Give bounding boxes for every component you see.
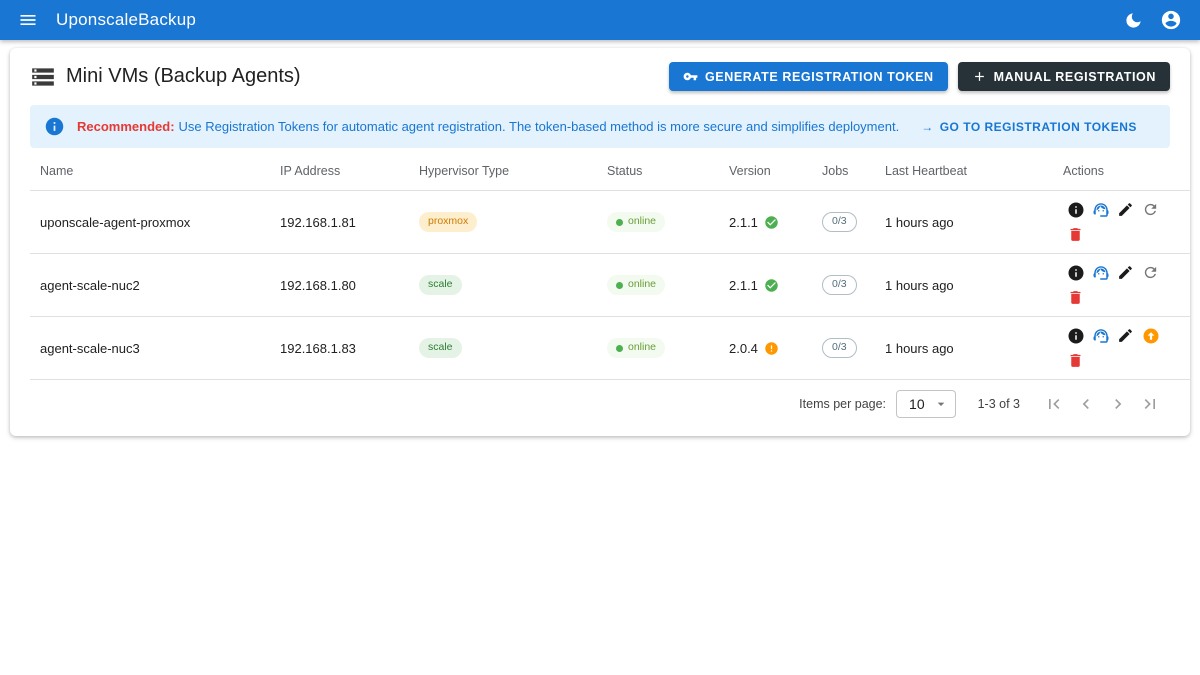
- plus-icon: [972, 69, 987, 84]
- hypervisor-chip: proxmox: [419, 212, 477, 232]
- jobs-chip: 0/3: [822, 212, 857, 232]
- header-jobs: Jobs: [812, 158, 875, 191]
- status-chip: online: [607, 275, 665, 295]
- agents-card: Mini VMs (Backup Agents) GENERATE REGIST…: [10, 48, 1190, 436]
- info-action-icon[interactable]: [1063, 197, 1088, 222]
- agent-name: agent-scale-nuc3: [30, 317, 270, 380]
- menu-icon[interactable]: [14, 6, 42, 34]
- agent-ip: 192.168.1.80: [270, 254, 409, 317]
- next-page-icon[interactable]: [1105, 391, 1131, 417]
- storage-icon: [30, 64, 56, 90]
- info-action-icon[interactable]: [1063, 260, 1088, 285]
- status-chip: online: [607, 338, 665, 358]
- support-agent-icon[interactable]: [1088, 197, 1113, 222]
- table-header-row: Name IP Address Hypervisor Type Status V…: [30, 158, 1190, 191]
- key-icon: [683, 69, 698, 84]
- edit-icon[interactable]: [1113, 323, 1138, 348]
- card-header: Mini VMs (Backup Agents) GENERATE REGIST…: [30, 62, 1170, 91]
- previous-page-icon[interactable]: [1073, 391, 1099, 417]
- arrow-right-icon: →: [921, 120, 934, 134]
- agent-name: uponscale-agent-proxmox: [30, 191, 270, 254]
- refresh-icon[interactable]: [1138, 260, 1163, 285]
- info-icon: [44, 116, 65, 137]
- table-row: uponscale-agent-proxmox 192.168.1.81 pro…: [30, 191, 1190, 254]
- edit-icon[interactable]: [1113, 197, 1138, 222]
- app-bar: UponscaleBackup: [0, 0, 1200, 40]
- hypervisor-chip: scale: [419, 275, 462, 295]
- first-page-icon[interactable]: [1041, 391, 1067, 417]
- agent-heartbeat: 1 hours ago: [875, 317, 1053, 380]
- agent-ip: 192.168.1.81: [270, 191, 409, 254]
- chevron-down-icon: [933, 396, 949, 412]
- generate-token-button[interactable]: GENERATE REGISTRATION TOKEN: [669, 62, 948, 91]
- delete-icon[interactable]: [1063, 348, 1088, 373]
- header-actions: Actions: [1053, 158, 1190, 191]
- dark-mode-icon[interactable]: [1118, 5, 1148, 35]
- version-ok-icon: [764, 215, 779, 230]
- generate-token-label: GENERATE REGISTRATION TOKEN: [705, 70, 934, 84]
- version-warning-icon: [764, 341, 779, 356]
- app-title: UponscaleBackup: [56, 10, 196, 30]
- header-version: Version: [719, 158, 812, 191]
- agents-table: Name IP Address Hypervisor Type Status V…: [30, 158, 1190, 380]
- online-dot-icon: [616, 282, 623, 289]
- header-name: Name: [30, 158, 270, 191]
- support-agent-icon[interactable]: [1088, 323, 1113, 348]
- agent-ip: 192.168.1.83: [270, 317, 409, 380]
- online-dot-icon: [616, 219, 623, 226]
- go-to-tokens-link[interactable]: → GO TO REGISTRATION TOKENS: [921, 120, 1137, 134]
- last-page-icon[interactable]: [1137, 391, 1163, 417]
- jobs-chip: 0/3: [822, 275, 857, 295]
- info-action-icon[interactable]: [1063, 323, 1088, 348]
- account-icon[interactable]: [1156, 5, 1186, 35]
- items-per-page-select[interactable]: 10: [896, 390, 956, 418]
- support-agent-icon[interactable]: [1088, 260, 1113, 285]
- page-title: Mini VMs (Backup Agents): [66, 65, 301, 88]
- banner-message: Recommended:Use Registration Tokens for …: [77, 119, 899, 134]
- delete-icon[interactable]: [1063, 285, 1088, 310]
- items-per-page-label: Items per page:: [799, 397, 886, 411]
- refresh-icon[interactable]: [1138, 197, 1163, 222]
- agent-name: agent-scale-nuc2: [30, 254, 270, 317]
- edit-icon[interactable]: [1113, 260, 1138, 285]
- jobs-chip: 0/3: [822, 338, 857, 358]
- header-ip: IP Address: [270, 158, 409, 191]
- go-to-tokens-label: GO TO REGISTRATION TOKENS: [940, 120, 1137, 134]
- table-row: agent-scale-nuc3 192.168.1.83 scale onli…: [30, 317, 1190, 380]
- update-available-icon[interactable]: [1138, 323, 1163, 348]
- banner-emphasis: Recommended:: [77, 119, 175, 134]
- header-status: Status: [597, 158, 719, 191]
- manual-registration-button[interactable]: MANUAL REGISTRATION: [958, 62, 1170, 91]
- recommendation-banner: Recommended:Use Registration Tokens for …: [30, 105, 1170, 148]
- status-chip: online: [607, 212, 665, 232]
- delete-icon[interactable]: [1063, 222, 1088, 247]
- agent-heartbeat: 1 hours ago: [875, 254, 1053, 317]
- hypervisor-chip: scale: [419, 338, 462, 358]
- agent-version: 2.1.1: [729, 278, 758, 293]
- version-ok-icon: [764, 278, 779, 293]
- header-hypervisor: Hypervisor Type: [409, 158, 597, 191]
- manual-registration-label: MANUAL REGISTRATION: [994, 70, 1156, 84]
- agent-version: 2.1.1: [729, 215, 758, 230]
- header-heartbeat: Last Heartbeat: [875, 158, 1053, 191]
- pagination-bar: Items per page: 10 1-3 of 3: [30, 380, 1170, 426]
- items-per-page-value: 10: [909, 396, 925, 412]
- agent-heartbeat: 1 hours ago: [875, 191, 1053, 254]
- online-dot-icon: [616, 345, 623, 352]
- table-row: agent-scale-nuc2 192.168.1.80 scale onli…: [30, 254, 1190, 317]
- agent-version: 2.0.4: [729, 341, 758, 356]
- pagination-range: 1-3 of 3: [978, 397, 1020, 411]
